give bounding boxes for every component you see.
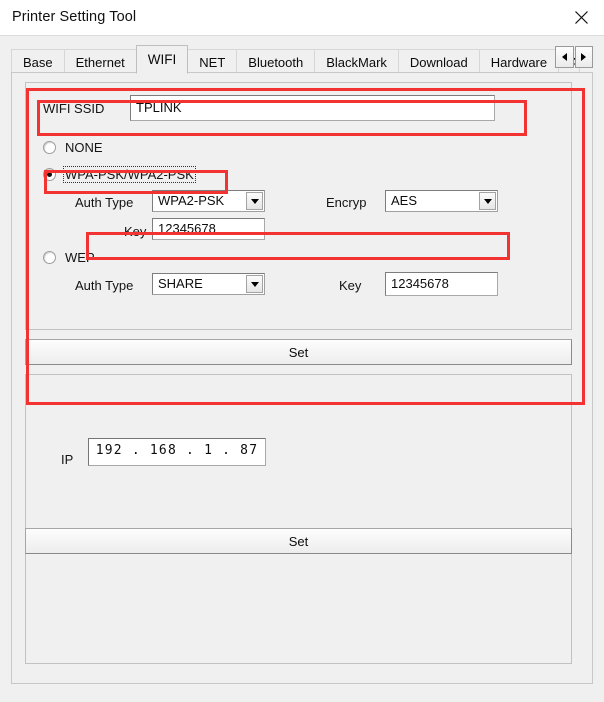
radio-wep-label: WEP	[65, 250, 95, 265]
radio-wep[interactable]: WEP	[43, 249, 97, 266]
tab-page-wifi: WIFI SSID TPLINK NONE WPA-PSK/WPA2-PSK A…	[11, 72, 593, 684]
tab-hardware-label: Hardware	[490, 55, 548, 70]
radio-wpa-psk-label: WPA-PSK/WPA2-PSK	[63, 166, 196, 183]
ip-set-button[interactable]: Set	[25, 528, 572, 554]
wifi-ssid-label: WIFI SSID	[43, 101, 105, 116]
radio-wpa-psk[interactable]: WPA-PSK/WPA2-PSK	[43, 166, 196, 183]
ip-settings-panel: IP 192 . 168 . 1 . 87	[25, 374, 572, 664]
tab-scroll-buttons	[555, 46, 593, 68]
tab-row: Base Ethernet WIFI NET Bluetooth BlackMa…	[11, 44, 580, 74]
tab-ethernet[interactable]: Ethernet	[63, 49, 137, 74]
wpa-auth-type-value: WPA2-PSK	[158, 193, 225, 208]
radio-none-label: NONE	[65, 140, 103, 155]
ip-label: IP	[61, 452, 74, 467]
wep-auth-type-dropdown-button[interactable]	[246, 275, 263, 293]
ip-address-input[interactable]: 192 . 168 . 1 . 87	[88, 438, 266, 466]
wpa-auth-type-dropdown-button[interactable]	[246, 192, 263, 210]
window-titlebar: Printer Setting Tool	[0, 0, 604, 36]
arrow-right-icon	[581, 53, 587, 61]
tab-net[interactable]: NET	[187, 49, 238, 74]
tab-hardware[interactable]: Hardware	[478, 49, 560, 74]
tab-blackmark-label: BlackMark	[326, 55, 387, 70]
ip-set-button-label: Set	[288, 533, 309, 549]
tab-net-label: NET	[199, 55, 226, 70]
wpa-auth-type-select[interactable]: WPA2-PSK	[152, 190, 265, 212]
wifi-set-button-label: Set	[288, 344, 309, 360]
tab-base[interactable]: Base	[11, 49, 65, 74]
tab-wifi-label: WIFI	[147, 52, 177, 67]
wpa-encryp-select[interactable]: AES	[385, 190, 498, 212]
wifi-ssid-input[interactable]: TPLINK	[130, 95, 495, 121]
wpa-auth-type-label: Auth Type	[75, 195, 134, 210]
close-icon	[574, 11, 588, 24]
window-title: Printer Setting Tool	[12, 9, 137, 25]
radio-none-indicator	[43, 141, 56, 154]
tab-base-label: Base	[23, 55, 53, 70]
radio-none[interactable]: NONE	[43, 139, 105, 156]
tab-download[interactable]: Download	[397, 49, 480, 74]
wpa-encryp-label: Encryp	[326, 195, 367, 210]
wep-key-label: Key	[339, 278, 362, 293]
chevron-down-icon	[250, 281, 259, 287]
wpa-key-label: Key	[124, 224, 147, 239]
tab-bluetooth[interactable]: Bluetooth	[236, 49, 316, 74]
wifi-settings-panel: WIFI SSID TPLINK NONE WPA-PSK/WPA2-PSK A…	[25, 82, 572, 330]
wep-auth-type-label: Auth Type	[75, 278, 134, 293]
wpa-encryp-dropdown-button[interactable]	[479, 192, 496, 210]
radio-wpa-psk-indicator	[43, 168, 56, 181]
wpa-encryp-value: AES	[391, 193, 418, 208]
wifi-set-button[interactable]: Set	[25, 339, 572, 365]
radio-wep-indicator	[43, 251, 56, 264]
wep-auth-type-value: SHARE	[158, 276, 203, 291]
chevron-down-icon	[483, 198, 492, 204]
wpa-key-input[interactable]: 12345678	[152, 218, 265, 240]
chevron-down-icon	[250, 198, 259, 204]
wep-auth-type-select[interactable]: SHARE	[152, 273, 265, 295]
tab-strip: Base Ethernet WIFI NET Bluetooth BlackMa…	[11, 44, 593, 74]
tab-ethernet-label: Ethernet	[75, 55, 125, 70]
tab-scroll-right-button[interactable]	[574, 46, 593, 68]
arrow-left-icon	[561, 53, 567, 61]
tab-download-label: Download	[409, 55, 468, 70]
wep-key-input[interactable]: 12345678	[385, 272, 498, 296]
tab-wifi[interactable]: WIFI	[135, 45, 189, 74]
tab-blackmark[interactable]: BlackMark	[314, 49, 399, 74]
tab-scroll-left-button[interactable]	[555, 46, 574, 68]
window-client-area: Base Ethernet WIFI NET Bluetooth BlackMa…	[0, 36, 604, 702]
close-button[interactable]	[558, 0, 604, 35]
tab-bluetooth-label: Bluetooth	[248, 55, 304, 70]
